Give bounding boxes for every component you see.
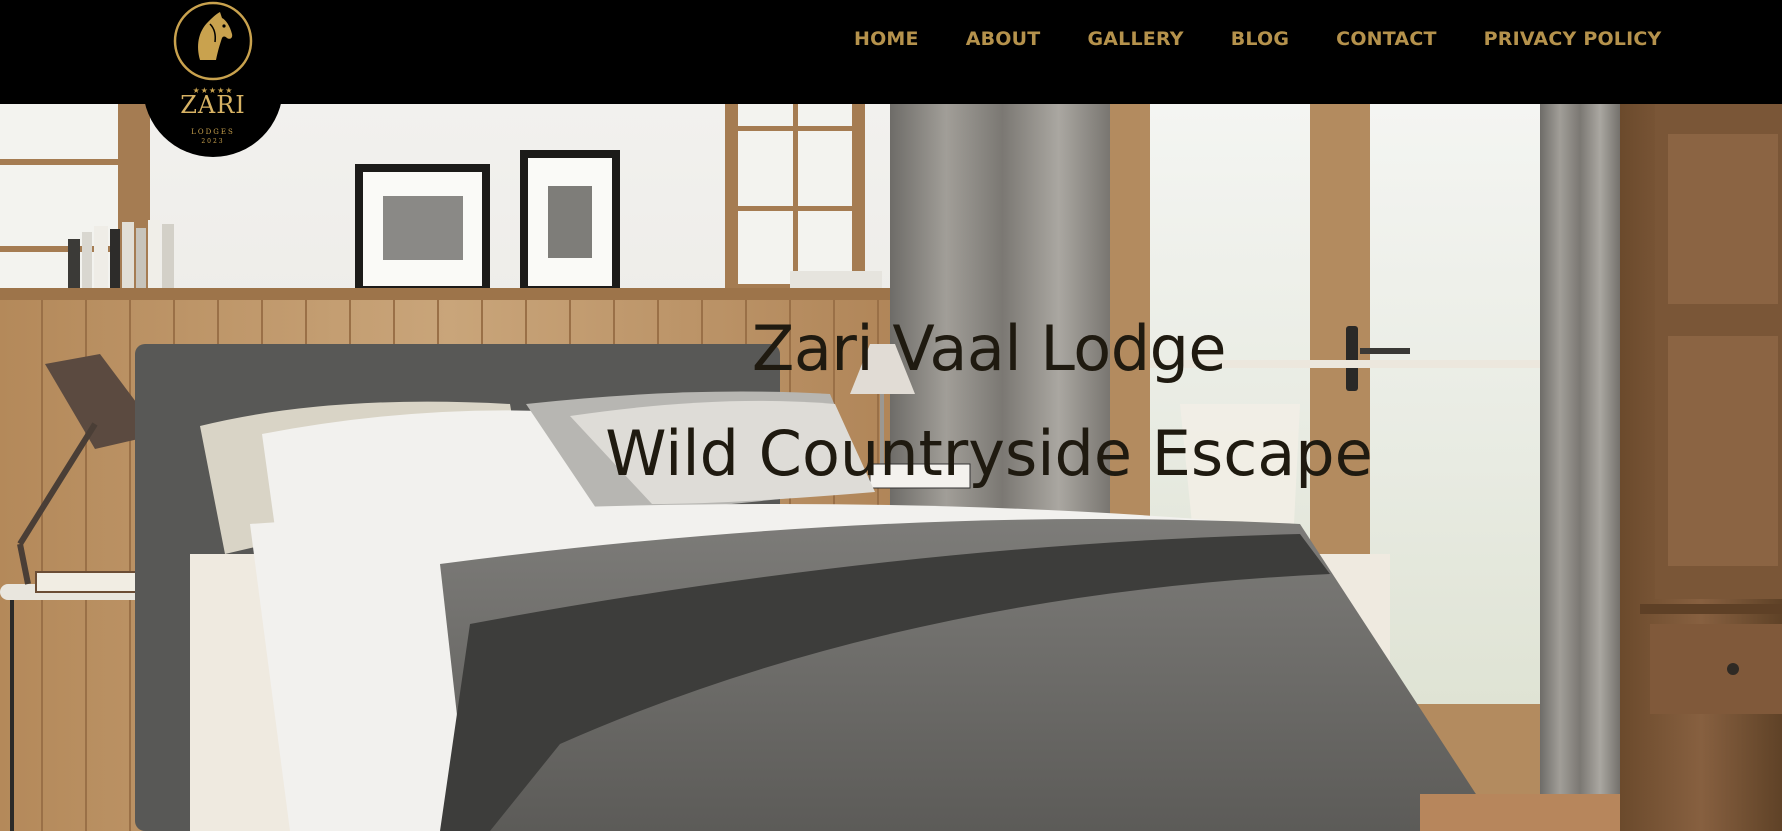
main-nav: HOME ABOUT GALLERY BLOG CONTACT PRIVACY … [830, 24, 1685, 54]
nav-link-blog[interactable]: BLOG [1207, 24, 1312, 54]
nav-link-privacy-policy[interactable]: PRIVACY POLICY [1460, 24, 1685, 54]
hero-subtitle: Wild Countryside Escape [605, 417, 1373, 490]
nav-item-contact: CONTACT [1313, 24, 1461, 54]
brand-name: ZARI [180, 91, 246, 119]
nav-item-privacy: PRIVACY POLICY [1460, 24, 1685, 54]
nav-link-gallery[interactable]: GALLERY [1064, 24, 1207, 54]
site-logo[interactable]: ★★★★★ ZARI LODGES 2023 [143, 0, 283, 157]
hero-section: Zari Vaal Lodge Wild Countryside Escape [0, 104, 1782, 831]
nav-link-contact[interactable]: CONTACT [1313, 24, 1461, 54]
nav-item-gallery: GALLERY [1064, 24, 1207, 54]
nav-link-about[interactable]: ABOUT [942, 24, 1064, 54]
brand-year: 2023 [201, 138, 225, 145]
hero-title: Zari Vaal Lodge [751, 312, 1227, 385]
nav-item-home: HOME [830, 24, 942, 54]
horse-head-icon [173, 1, 253, 81]
nav-item-about: ABOUT [942, 24, 1064, 54]
nav-item-blog: BLOG [1207, 24, 1312, 54]
nav-link-home[interactable]: HOME [830, 24, 942, 54]
brand-sub: LODGES [191, 128, 235, 136]
